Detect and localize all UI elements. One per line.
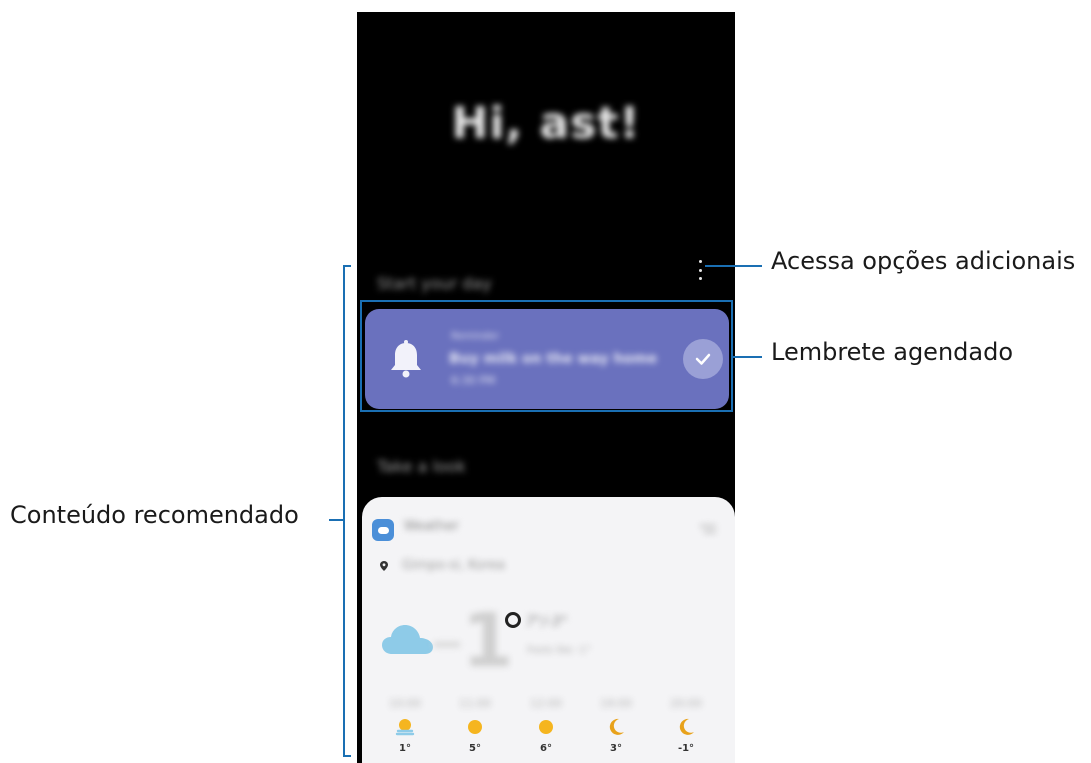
forecast-item: 20:00 -1°: [656, 697, 716, 754]
weather-location: Gimpo-si, Korea: [402, 558, 505, 573]
degree-symbol: [505, 612, 521, 628]
forecast-time: 19:00: [600, 697, 632, 710]
feels-like-text: Feels like -1°: [527, 645, 591, 656]
forecast-item: 10:00 1°: [375, 697, 435, 754]
forecast-time: 12:00: [530, 697, 562, 710]
moon-icon: [609, 718, 624, 735]
forecast-item: 19:00 3°: [586, 697, 646, 754]
section-start-your-day: Start your day: [377, 274, 492, 293]
weather-card-title: Weather: [404, 519, 459, 534]
forecast-item: 12:00 6°: [516, 697, 576, 754]
temperature-range: 7°/-3°: [526, 614, 568, 630]
forecast-time: 10:00: [389, 697, 421, 710]
card-menu-icon[interactable]: [700, 525, 716, 535]
cloud-icon: [382, 625, 433, 654]
recommended-bracket: [343, 265, 345, 757]
more-options-icon[interactable]: [697, 260, 703, 280]
forecast-item: 11:00 5°: [445, 697, 505, 754]
forecast-temp: 3°: [610, 743, 622, 754]
forecast-temp: 6°: [540, 743, 552, 754]
forecast-time: 11:00: [459, 697, 491, 710]
recommended-bracket-bottom: [343, 755, 351, 757]
greeting-text: Hi, ast!: [451, 98, 641, 149]
more-options-callout: Acessa opções adicionais: [771, 247, 1076, 275]
weather-card[interactable]: Weather Gimpo-si, Korea 1 7°/-3° Feels l…: [362, 497, 735, 763]
forecast-time: 20:00: [670, 697, 702, 710]
more-options-callout-line: [705, 265, 762, 267]
forecast-temp: 5°: [469, 743, 481, 754]
section-take-a-look: Take a look: [377, 457, 466, 476]
partly-cloudy-icon: [395, 719, 415, 736]
weather-app-icon: [372, 519, 394, 541]
current-temperature: 1: [462, 598, 514, 684]
recommended-callout: Conteúdo recomendado: [10, 501, 299, 529]
forecast-temp: -1°: [677, 743, 695, 754]
reminder-highlight-frame: [360, 300, 733, 412]
temp-minus-sign: [434, 642, 460, 647]
sun-icon: [539, 720, 553, 734]
moon-icon: [679, 718, 694, 735]
reminder-callout-line: [733, 356, 762, 358]
recommended-callout-line: [329, 519, 343, 521]
sun-icon: [468, 720, 482, 734]
location-pin-icon: [380, 561, 388, 571]
reminder-callout: Lembrete agendado: [771, 338, 1014, 366]
forecast-temp: 1°: [399, 743, 411, 754]
